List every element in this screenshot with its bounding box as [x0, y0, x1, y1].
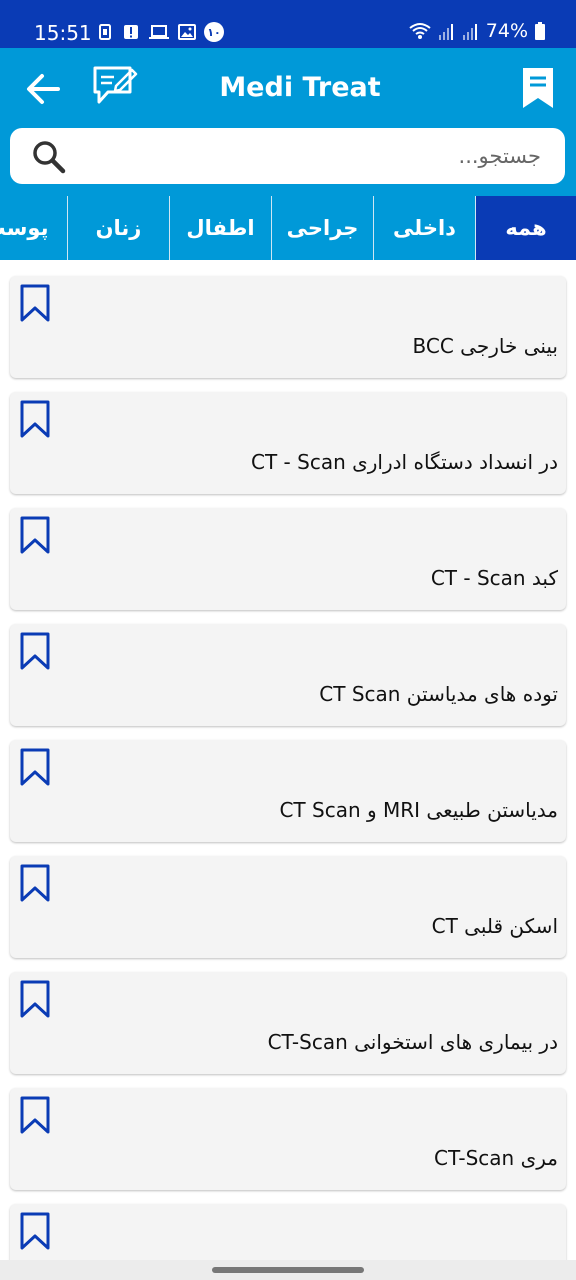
bookmark-outline-icon[interactable]: [20, 1212, 50, 1250]
list-item-title: کبد CT - Scan: [430, 566, 558, 590]
bookmark-icon[interactable]: [520, 66, 556, 110]
list-item-title: در انسداد دستگاه ادراری CT - Scan: [251, 450, 558, 474]
topic-list: بینی خارجی BCC در انسداد دستگاه ادراری C…: [0, 260, 576, 1280]
list-item[interactable]: کبد CT - Scan: [10, 508, 566, 610]
bookmark-outline-icon[interactable]: [20, 400, 50, 438]
image-icon: [178, 24, 196, 40]
tab-internal[interactable]: داخلی: [373, 196, 475, 260]
list-item-title: بینی خارجی BCC: [412, 334, 558, 358]
sim-icon: [99, 24, 111, 40]
search-box[interactable]: [10, 128, 565, 184]
app-bar: Medi Treat: [0, 48, 576, 128]
tab-skin[interactable]: پوست: [0, 196, 67, 260]
bookmark-outline-icon[interactable]: [20, 632, 50, 670]
list-item[interactable]: توده های مدیاستن CT Scan: [10, 624, 566, 726]
battery-icon: [535, 22, 545, 40]
search-icon[interactable]: [32, 140, 66, 174]
list-item-title: توده های مدیاستن CT Scan: [319, 682, 558, 706]
tab-all[interactable]: همه: [475, 196, 576, 260]
signal-icon: [462, 24, 477, 40]
bookmark-outline-icon[interactable]: [20, 980, 50, 1018]
tab-women[interactable]: زنان: [67, 196, 169, 260]
bookmark-outline-icon[interactable]: [20, 284, 50, 322]
bookmark-outline-icon[interactable]: [20, 748, 50, 786]
list-item[interactable]: در بیماری های استخوانی CT-Scan: [10, 972, 566, 1074]
wifi-icon: [409, 23, 431, 39]
list-item-title: در بیماری های استخوانی CT-Scan: [267, 1030, 558, 1054]
bookmark-outline-icon[interactable]: [20, 864, 50, 902]
list-item[interactable]: مدیاستن طبیعی MRI و CT Scan: [10, 740, 566, 842]
list-item-title: اسکن قلبی CT: [431, 914, 558, 938]
status-notification-icons: ۱۰: [96, 22, 224, 42]
system-nav-bar: [0, 1260, 576, 1280]
search-bar: [0, 128, 576, 196]
list-item[interactable]: در انسداد دستگاه ادراری CT - Scan: [10, 392, 566, 494]
badge-icon: ۱۰: [204, 22, 224, 42]
status-time: 15:51: [34, 21, 92, 45]
search-input[interactable]: [80, 128, 541, 184]
bookmark-outline-icon[interactable]: [20, 516, 50, 554]
list-item[interactable]: اسکن قلبی CT: [10, 856, 566, 958]
battery-percent: 74%: [485, 20, 528, 42]
status-bar: 15:51 ۱۰ 74%: [0, 0, 576, 48]
home-gesture-handle[interactable]: [212, 1267, 364, 1273]
tab-pediatrics[interactable]: اطفال: [169, 196, 271, 260]
status-system-icons: 74%: [408, 20, 546, 42]
list-item-title: مدیاستن طبیعی MRI و CT Scan: [279, 798, 558, 822]
list-item[interactable]: بینی خارجی BCC: [10, 276, 566, 378]
list-item-title: مری CT-Scan: [434, 1146, 558, 1170]
laptop-icon: [149, 25, 169, 39]
bookmark-outline-icon[interactable]: [20, 1096, 50, 1134]
signal-icon: [438, 24, 453, 40]
alert-icon: [124, 25, 138, 39]
category-tabs: همه داخلی جراحی اطفال زنان پوست: [0, 196, 576, 260]
app-title: Medi Treat: [219, 72, 381, 103]
list-item[interactable]: مری CT-Scan: [10, 1088, 566, 1190]
tab-surgery[interactable]: جراحی: [271, 196, 373, 260]
